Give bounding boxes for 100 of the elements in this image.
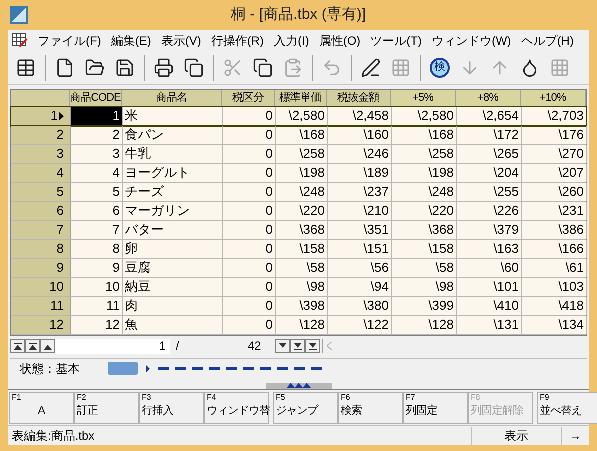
table-cell: 肉 <box>123 297 223 315</box>
row-header[interactable]: 6 <box>11 202 71 220</box>
menu-item[interactable]: 入力(I) <box>274 32 310 50</box>
table-cell: 米 <box>123 107 223 125</box>
table-cell: \151 <box>328 240 392 258</box>
table-cell: 魚 <box>123 316 223 334</box>
undo-icon <box>322 58 342 78</box>
splitter-handle[interactable] <box>266 383 332 389</box>
table-row[interactable]: 1 1 米 0 \2,580 \2,458 \2,580 \2,654 \2,703 <box>11 107 586 126</box>
table-cell: \60 <box>457 259 522 277</box>
menu-item[interactable]: ツール(T) <box>370 32 422 50</box>
grid-icon <box>391 58 411 78</box>
table-row[interactable]: 6 6 マーガリン 0 \220 \210 \220 \226 \231 <box>11 202 586 221</box>
function-key-button[interactable]: F4 ウィンドウ替 <box>204 392 269 424</box>
column-header[interactable]: 標準単価 <box>275 90 327 106</box>
table-cell: \198 <box>276 164 328 182</box>
menu-item[interactable]: 属性(O) <box>319 32 361 50</box>
prev-button[interactable] <box>40 339 55 353</box>
table-cell: \160 <box>328 126 392 144</box>
column-header[interactable]: +10% <box>521 90 586 106</box>
table-cell: \2,458 <box>328 107 392 125</box>
state-label: 状態：基本 <box>20 360 81 378</box>
table-cell: 0 <box>223 145 276 163</box>
table-row[interactable]: 11 11 肉 0 \398 \380 \399 \410 \418 <box>11 297 586 316</box>
table-cell: \368 <box>276 221 328 239</box>
table-row[interactable]: 4 4 ヨーグルト 0 \198 \189 \198 \204 \207 <box>11 164 586 183</box>
row-header[interactable]: 9 <box>11 259 71 277</box>
row-header[interactable]: 10 <box>11 278 71 296</box>
row-header[interactable]: 5 <box>11 183 71 201</box>
column-header[interactable]: 商品CODE <box>70 90 122 106</box>
table-row[interactable]: 8 8 卵 0 \158 \151 \158 \163 \166 <box>11 240 586 259</box>
table-row[interactable]: 7 7 バター 0 \368 \351 \368 \379 \386 <box>11 221 586 240</box>
table-cell: 6 <box>71 202 123 220</box>
menu-item[interactable]: 編集(E) <box>111 32 152 50</box>
last-page-button[interactable] <box>305 339 320 353</box>
menu-item[interactable]: ファイル(F) <box>38 32 102 50</box>
table-row[interactable]: 5 5 チーズ 0 \248 \237 \248 \255 \260 <box>11 183 586 202</box>
row-header[interactable]: 7 <box>11 221 71 239</box>
table-cell: \410 <box>457 297 522 315</box>
row-header[interactable]: 12 <box>11 316 71 334</box>
column-header[interactable]: +5% <box>391 90 456 106</box>
table-cell: 食パン <box>123 126 223 144</box>
new-file-icon <box>55 58 75 78</box>
table-row[interactable]: 12 12 魚 0 \128 \122 \128 \131 \134 <box>11 316 586 335</box>
status-mode: 表示 <box>471 426 561 444</box>
prev-page-button[interactable] <box>25 339 40 353</box>
open-folder-icon <box>85 58 105 78</box>
function-key-button[interactable]: F9 並べ替え <box>537 392 597 424</box>
table-cell: \134 <box>522 316 587 334</box>
record-separator: / <box>175 338 180 355</box>
first-page-button[interactable] <box>10 339 25 353</box>
current-record-field[interactable]: 1 <box>55 338 170 354</box>
menu-item[interactable]: 行操作(R) <box>211 32 264 50</box>
save-icon <box>115 58 135 78</box>
table-cell: \231 <box>522 202 587 220</box>
menu-item[interactable]: ヘルプ(H) <box>521 32 574 50</box>
row-header[interactable]: 8 <box>11 240 71 258</box>
table-cell: \98 <box>392 278 457 296</box>
table-cell: \58 <box>392 259 457 277</box>
table-cell: \220 <box>276 202 328 220</box>
table-row[interactable]: 10 10 納豆 0 \98 \94 \98 \101 \103 <box>11 278 586 297</box>
column-header[interactable]: 商品名 <box>122 90 222 106</box>
menu-item[interactable]: ウィンドウ(W) <box>432 32 512 50</box>
table-cell: \204 <box>457 164 522 182</box>
table-edit-icon <box>12 33 28 48</box>
column-header[interactable]: +8% <box>456 90 521 106</box>
table-row[interactable]: 3 3 牛乳 0 \258 \246 \258 \265 \270 <box>11 145 586 164</box>
next-page-button[interactable] <box>290 339 306 353</box>
table-cell: \101 <box>457 278 522 296</box>
table-cell: 10 <box>71 278 123 296</box>
function-key-button[interactable]: F2 訂正 <box>74 392 139 424</box>
table-cell: 1 <box>71 107 123 125</box>
function-key-button[interactable]: F6 検索 <box>338 392 403 424</box>
table-cell: \128 <box>392 316 457 334</box>
next-button[interactable] <box>275 339 290 353</box>
table-row[interactable]: 9 9 豆腐 0 \58 \56 \58 \60 \61 <box>11 259 586 278</box>
table-cell: 牛乳 <box>123 145 223 163</box>
table-cell: \248 <box>276 183 328 201</box>
function-key-button[interactable]: F7 列固定 <box>403 392 468 424</box>
table-cell: \2,703 <box>522 107 587 125</box>
app-logo-icon <box>10 6 28 24</box>
function-key-button[interactable]: F1 A <box>9 392 74 424</box>
row-header[interactable]: 4 <box>11 164 71 182</box>
row-header[interactable]: 11 <box>11 297 71 315</box>
table-cell: \2,580 <box>276 107 328 125</box>
table-row[interactable]: 2 2 食パン 0 \168 \160 \168 \172 \176 <box>11 126 586 145</box>
table-cell: \248 <box>392 183 457 201</box>
row-header[interactable]: 1 <box>11 107 71 125</box>
table-cell: \56 <box>328 259 392 277</box>
row-header[interactable]: 2 <box>11 126 71 144</box>
scroll-left-icon <box>327 342 332 350</box>
function-key-button[interactable]: F3 行挿入 <box>139 392 204 424</box>
table-cell: \418 <box>522 297 587 315</box>
table-cell: 納豆 <box>123 278 223 296</box>
column-header[interactable]: 税区分 <box>222 90 275 106</box>
table-cell: 0 <box>223 221 276 239</box>
menu-item[interactable]: 表示(V) <box>161 32 202 50</box>
row-header[interactable]: 3 <box>11 145 71 163</box>
function-key-button[interactable]: F5 ジャンプ <box>273 392 338 424</box>
table-cell: \351 <box>328 221 392 239</box>
